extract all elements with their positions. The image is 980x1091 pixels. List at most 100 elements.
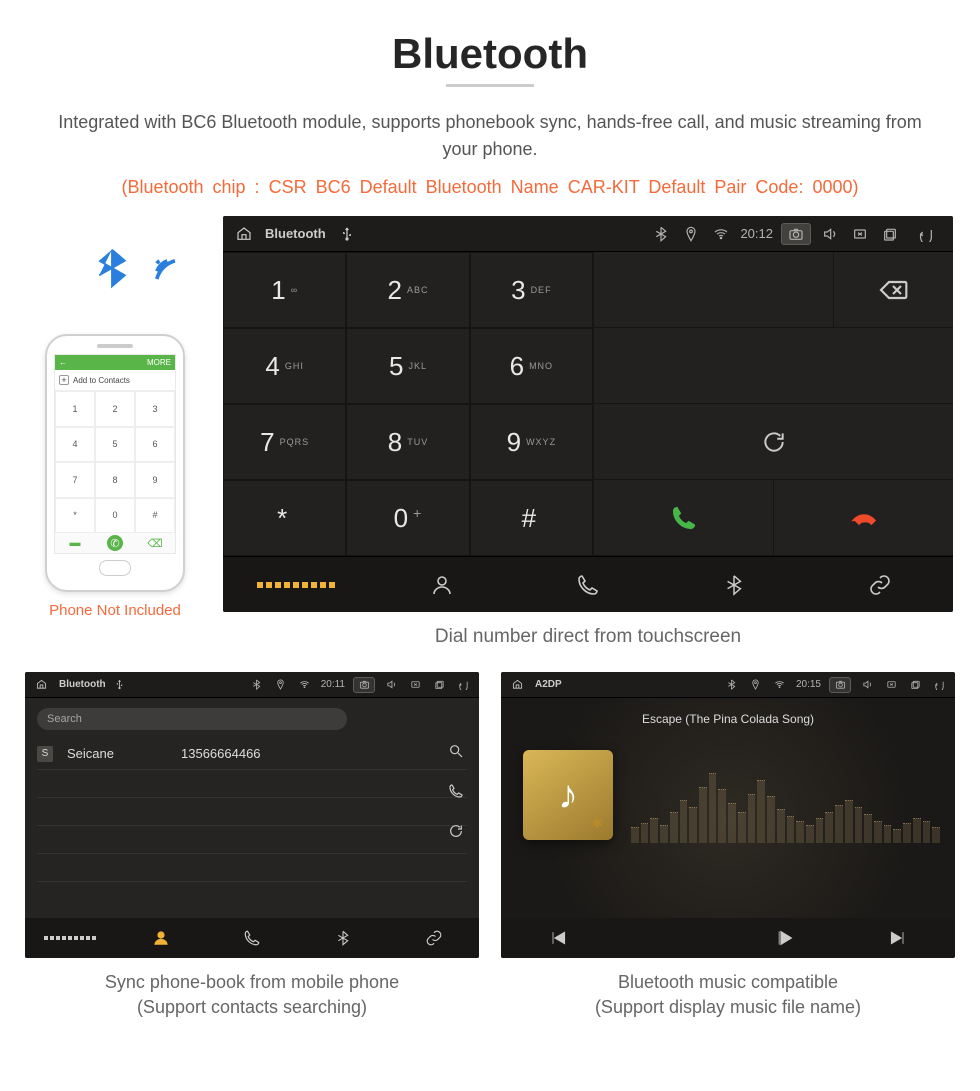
back-icon[interactable] xyxy=(931,677,947,693)
bluetooth-signal-icon xyxy=(90,246,190,326)
nav-keypad[interactable] xyxy=(223,557,369,612)
dialer-headunit: Bluetooth 20:12 xyxy=(223,216,953,612)
close-icon[interactable] xyxy=(883,677,899,693)
nav-pair[interactable] xyxy=(388,918,479,958)
dialer-topbar: Bluetooth 20:12 xyxy=(223,216,953,252)
music-caption: Bluetooth music compatible(Support displ… xyxy=(501,970,955,1020)
bluetooth-spec-line: (Bluetooth chip : CSR BC6 Default Blueto… xyxy=(25,177,955,198)
nav-calllog[interactable] xyxy=(515,557,661,612)
nav-bluetooth[interactable] xyxy=(297,918,388,958)
volume-icon[interactable] xyxy=(859,677,875,693)
phone-green-bar: ←MORE xyxy=(55,355,175,370)
title-underline xyxy=(446,84,534,87)
recent-icon[interactable] xyxy=(879,223,901,245)
bluetooth-icon xyxy=(650,223,672,245)
call-button[interactable] xyxy=(593,480,773,555)
search-icon[interactable] xyxy=(445,740,467,762)
wifi-icon xyxy=(772,677,788,693)
key-7[interactable]: 7PQRS xyxy=(223,404,346,480)
prev-button[interactable] xyxy=(501,918,615,958)
page-subtitle: Integrated with BC6 Bluetooth module, su… xyxy=(25,109,955,163)
key-9[interactable]: 9WXYZ xyxy=(470,404,593,480)
key-8[interactable]: 8TUV xyxy=(346,404,469,480)
phone-add-contacts: +Add to Contacts xyxy=(55,370,175,391)
close-icon[interactable] xyxy=(407,677,423,693)
key-1[interactable]: 1∞ xyxy=(223,252,346,328)
usb-icon xyxy=(112,677,128,693)
close-icon[interactable] xyxy=(849,223,871,245)
key-5[interactable]: 5JKL xyxy=(346,328,469,404)
location-icon xyxy=(748,677,764,693)
phonebook-title: Bluetooth xyxy=(59,679,106,690)
play-button[interactable] xyxy=(728,918,842,958)
album-art: ♪ ✱ xyxy=(523,750,613,840)
key-hash[interactable]: # xyxy=(470,480,593,556)
phone-caption: Phone Not Included xyxy=(49,602,181,619)
equalizer-visual xyxy=(631,753,940,843)
phonebook-side-actions xyxy=(445,740,467,842)
volume-icon[interactable] xyxy=(819,223,841,245)
key-4[interactable]: 4GHI xyxy=(223,328,346,404)
music-title: A2DP xyxy=(535,679,562,690)
bluetooth-icon xyxy=(724,677,740,693)
music-body: Escape (The Pina Colada Song) ♪ ✱ xyxy=(501,698,955,918)
nav-pair[interactable] xyxy=(807,557,953,612)
dialer-bottom-nav xyxy=(223,556,953,612)
call-icon[interactable] xyxy=(445,780,467,802)
phone-keypad: 123 456 789 *0# xyxy=(55,391,175,533)
home-icon[interactable] xyxy=(509,677,525,693)
contact-row[interactable]: S Seicane 13566664466 xyxy=(37,738,467,770)
music-topbar: A2DP 20:15 xyxy=(501,672,955,698)
key-2[interactable]: 2ABC xyxy=(346,252,469,328)
nav-contacts[interactable] xyxy=(369,557,515,612)
empty-row xyxy=(593,328,953,403)
page-title: Bluetooth xyxy=(25,30,955,78)
list-item xyxy=(37,854,467,882)
contact-name: Seicane xyxy=(67,746,167,761)
hangup-button[interactable] xyxy=(773,480,953,555)
nav-calllog[interactable] xyxy=(207,918,298,958)
refresh-icon[interactable] xyxy=(445,820,467,842)
next-button[interactable] xyxy=(842,918,956,958)
key-0[interactable]: 0+ xyxy=(346,480,469,556)
volume-icon[interactable] xyxy=(383,677,399,693)
key-3[interactable]: 3DEF xyxy=(470,252,593,328)
home-icon[interactable] xyxy=(233,223,255,245)
dial-keypad: 1∞ 2ABC 3DEF 4GHI 5JKL 6MNO 7PQRS 8TUV 9… xyxy=(223,252,593,556)
nav-keypad[interactable] xyxy=(25,918,116,958)
key-star[interactable]: * xyxy=(223,480,346,556)
refresh-button[interactable] xyxy=(593,404,953,479)
location-icon xyxy=(680,223,702,245)
nav-bluetooth[interactable] xyxy=(661,557,807,612)
location-icon xyxy=(273,677,289,693)
phone-device-mock: ←MORE +Add to Contacts 123 456 789 *0# ▬… xyxy=(45,334,185,592)
camera-icon[interactable] xyxy=(829,677,851,693)
recent-icon[interactable] xyxy=(431,677,447,693)
search-input[interactable]: Search xyxy=(37,708,347,730)
back-icon[interactable] xyxy=(455,677,471,693)
music-note-icon: ♪ xyxy=(558,773,578,818)
phonebook-bottom-nav xyxy=(25,918,479,958)
song-title: Escape (The Pina Colada Song) xyxy=(501,712,955,726)
back-icon[interactable] xyxy=(909,223,943,245)
home-icon[interactable] xyxy=(33,677,49,693)
key-6[interactable]: 6MNO xyxy=(470,328,593,404)
phonebook-headunit: Bluetooth 20:11 xyxy=(25,672,479,958)
music-headunit: A2DP 20:15 Escape (The Pina Colada xyxy=(501,672,955,958)
camera-icon[interactable] xyxy=(353,677,375,693)
clock: 20:11 xyxy=(321,679,345,690)
recent-icon[interactable] xyxy=(907,677,923,693)
camera-icon[interactable] xyxy=(781,223,811,245)
nav-contacts[interactable] xyxy=(116,918,207,958)
list-item xyxy=(37,798,467,826)
wifi-icon xyxy=(297,677,313,693)
phonebook-topbar: Bluetooth 20:11 xyxy=(25,672,479,698)
list-item xyxy=(37,826,467,854)
phonebook-caption: Sync phone-book from mobile phone(Suppor… xyxy=(25,970,479,1020)
music-controls xyxy=(501,918,955,958)
number-display xyxy=(593,252,833,327)
contact-tag: S xyxy=(37,746,53,762)
backspace-button[interactable] xyxy=(833,252,953,327)
dialer-caption: Dial number direct from touchscreen xyxy=(223,626,953,648)
phone-mock-column: ←MORE +Add to Contacts 123 456 789 *0# ▬… xyxy=(25,216,205,648)
